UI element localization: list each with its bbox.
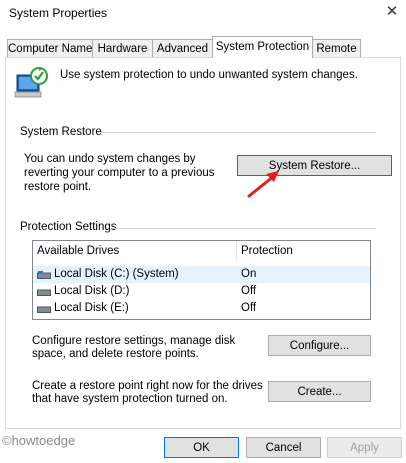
window-title: System Properties xyxy=(9,6,108,20)
system-restore-heading: System Restore xyxy=(20,126,102,138)
cancel-button[interactable]: Cancel xyxy=(246,437,321,458)
table-row[interactable]: Local Disk (E:) Off xyxy=(33,300,370,317)
column-protection[interactable]: Protection xyxy=(241,241,293,261)
create-description: Create a restore point right now for the… xyxy=(32,380,263,405)
drive-name: Local Disk (D:) xyxy=(54,285,130,297)
drives-list[interactable]: Available Drives Protection Local Disk (… xyxy=(32,240,371,320)
protection-settings-heading: Protection Settings xyxy=(20,221,117,233)
drive-icon xyxy=(37,306,51,313)
drive-name: Local Disk (C:) (System) xyxy=(54,268,179,280)
tab-system-protection[interactable]: System Protection xyxy=(212,36,313,58)
tab-computer-name[interactable]: Computer Name xyxy=(7,39,93,57)
system-restore-description: You can undo system changes by reverting… xyxy=(24,153,215,193)
configure-description: Configure restore settings, manage disk … xyxy=(32,335,236,360)
system-drive-icon xyxy=(37,271,51,279)
system-protection-icon xyxy=(14,67,48,98)
annotation-arrow-icon xyxy=(247,171,279,198)
watermark: ©howtoedge xyxy=(2,433,76,448)
column-available-drives[interactable]: Available Drives xyxy=(37,241,119,261)
close-icon[interactable]: ✕ xyxy=(382,2,402,22)
apply-button[interactable]: Apply xyxy=(327,437,402,458)
tab-advanced[interactable]: Advanced xyxy=(152,39,213,57)
table-row[interactable]: Local Disk (C:) (System) On xyxy=(33,266,370,283)
tab-hardware[interactable]: Hardware xyxy=(92,39,153,57)
drive-name: Local Disk (E:) xyxy=(54,302,129,314)
drive-protection: Off xyxy=(241,302,257,314)
drive-protection: Off xyxy=(241,285,257,297)
table-row[interactable]: Local Disk (D:) Off xyxy=(33,283,370,300)
tab-remote[interactable]: Remote xyxy=(312,39,361,57)
drive-icon xyxy=(37,289,51,296)
create-button[interactable]: Create... xyxy=(268,381,371,402)
ok-button[interactable]: OK xyxy=(164,437,239,458)
intro-text: Use system protection to undo unwanted s… xyxy=(60,69,358,81)
configure-button[interactable]: Configure... xyxy=(268,335,371,356)
drive-protection: On xyxy=(241,268,257,280)
